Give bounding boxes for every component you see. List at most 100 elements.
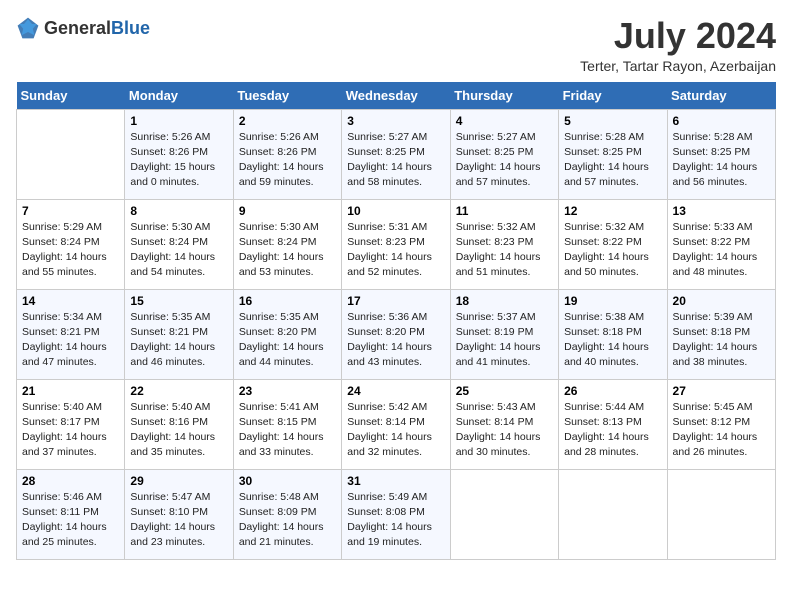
day-number: 27 bbox=[673, 384, 770, 398]
day-info: Sunrise: 5:41 AMSunset: 8:15 PMDaylight:… bbox=[239, 401, 324, 459]
day-info: Sunrise: 5:40 AMSunset: 8:17 PMDaylight:… bbox=[22, 401, 107, 459]
calendar-cell: 26Sunrise: 5:44 AMSunset: 8:13 PMDayligh… bbox=[559, 379, 667, 469]
day-info: Sunrise: 5:33 AMSunset: 8:22 PMDaylight:… bbox=[673, 221, 758, 279]
day-info: Sunrise: 5:29 AMSunset: 8:24 PMDaylight:… bbox=[22, 221, 107, 279]
calendar-cell: 20 Sunrise: 5:39 AMSunset: 8:18 PMDayligh… bbox=[667, 289, 775, 379]
day-number: 18 bbox=[456, 294, 553, 308]
logo-text-general: General bbox=[44, 18, 111, 38]
day-number: 20 bbox=[673, 294, 770, 308]
calendar-week-row: 1Sunrise: 5:26 AMSunset: 8:26 PMDaylight… bbox=[17, 109, 776, 199]
weekday-header: Sunday bbox=[17, 82, 125, 110]
day-info: Sunrise: 5:47 AMSunset: 8:10 PMDaylight:… bbox=[130, 491, 215, 549]
logo: GeneralBlue bbox=[16, 16, 150, 40]
day-info: Sunrise: 5:35 AMSunset: 8:20 PMDaylight:… bbox=[239, 311, 324, 369]
calendar-cell: 23Sunrise: 5:41 AMSunset: 8:15 PMDayligh… bbox=[233, 379, 341, 469]
calendar-table: SundayMondayTuesdayWednesdayThursdayFrid… bbox=[16, 82, 776, 560]
calendar-cell: 2 Sunrise: 5:26 AMSunset: 8:26 PMDaylight… bbox=[233, 109, 341, 199]
logo-icon bbox=[16, 16, 40, 40]
day-info: Sunrise: 5:37 AMSunset: 8:19 PMDaylight:… bbox=[456, 311, 541, 369]
calendar-week-row: 14 Sunrise: 5:34 AMSunset: 8:21 PMDayligh… bbox=[17, 289, 776, 379]
subtitle: Terter, Tartar Rayon, Azerbaijan bbox=[580, 58, 776, 74]
day-number: 7 bbox=[22, 204, 119, 218]
day-number: 11 bbox=[456, 204, 553, 218]
calendar-cell: 24 Sunrise: 5:42 AMSunset: 8:14 PMDayligh… bbox=[342, 379, 450, 469]
day-number: 14 bbox=[22, 294, 119, 308]
day-number: 25 bbox=[456, 384, 553, 398]
calendar-cell: 16 Sunrise: 5:35 AMSunset: 8:20 PMDayligh… bbox=[233, 289, 341, 379]
day-info: Sunrise: 5:38 AMSunset: 8:18 PMDaylight:… bbox=[564, 311, 649, 369]
day-info: Sunrise: 5:27 AMSunset: 8:25 PMDaylight:… bbox=[347, 131, 432, 189]
day-number: 28 bbox=[22, 474, 119, 488]
day-number: 3 bbox=[347, 114, 444, 128]
calendar-cell bbox=[17, 109, 125, 199]
calendar-cell: 25Sunrise: 5:43 AMSunset: 8:14 PMDayligh… bbox=[450, 379, 558, 469]
calendar-cell: 12 Sunrise: 5:32 AMSunset: 8:22 PMDayligh… bbox=[559, 199, 667, 289]
day-info: Sunrise: 5:46 AMSunset: 8:11 PMDaylight:… bbox=[22, 491, 107, 549]
day-info: Sunrise: 5:45 AMSunset: 8:12 PMDaylight:… bbox=[673, 401, 758, 459]
calendar-cell: 9 Sunrise: 5:30 AMSunset: 8:24 PMDaylight… bbox=[233, 199, 341, 289]
day-info: Sunrise: 5:28 AMSunset: 8:25 PMDaylight:… bbox=[564, 131, 649, 189]
day-number: 21 bbox=[22, 384, 119, 398]
day-info: Sunrise: 5:34 AMSunset: 8:21 PMDaylight:… bbox=[22, 311, 107, 369]
day-number: 13 bbox=[673, 204, 770, 218]
day-number: 4 bbox=[456, 114, 553, 128]
day-number: 17 bbox=[347, 294, 444, 308]
calendar-cell: 7 Sunrise: 5:29 AMSunset: 8:24 PMDaylight… bbox=[17, 199, 125, 289]
weekday-header: Thursday bbox=[450, 82, 558, 110]
calendar-cell: 21 Sunrise: 5:40 AMSunset: 8:17 PMDayligh… bbox=[17, 379, 125, 469]
day-info: Sunrise: 5:27 AMSunset: 8:25 PMDaylight:… bbox=[456, 131, 541, 189]
day-info: Sunrise: 5:30 AMSunset: 8:24 PMDaylight:… bbox=[130, 221, 215, 279]
weekday-header: Friday bbox=[559, 82, 667, 110]
calendar-cell: 6Sunrise: 5:28 AMSunset: 8:25 PMDaylight… bbox=[667, 109, 775, 199]
day-number: 10 bbox=[347, 204, 444, 218]
calendar-cell: 30Sunrise: 5:48 AMSunset: 8:09 PMDayligh… bbox=[233, 469, 341, 559]
day-info: Sunrise: 5:49 AMSunset: 8:08 PMDaylight:… bbox=[347, 491, 432, 549]
weekday-header: Tuesday bbox=[233, 82, 341, 110]
calendar-cell: 22 Sunrise: 5:40 AMSunset: 8:16 PMDayligh… bbox=[125, 379, 233, 469]
calendar-cell: 13 Sunrise: 5:33 AMSunset: 8:22 PMDayligh… bbox=[667, 199, 775, 289]
calendar-cell: 27 Sunrise: 5:45 AMSunset: 8:12 PMDayligh… bbox=[667, 379, 775, 469]
calendar-cell: 11 Sunrise: 5:32 AMSunset: 8:23 PMDayligh… bbox=[450, 199, 558, 289]
calendar-cell bbox=[559, 469, 667, 559]
page-header: GeneralBlue July 2024 Terter, Tartar Ray… bbox=[16, 16, 776, 74]
calendar-cell: 15Sunrise: 5:35 AMSunset: 8:21 PMDayligh… bbox=[125, 289, 233, 379]
day-info: Sunrise: 5:40 AMSunset: 8:16 PMDaylight:… bbox=[130, 401, 215, 459]
day-info: Sunrise: 5:31 AMSunset: 8:23 PMDaylight:… bbox=[347, 221, 432, 279]
calendar-cell: 14 Sunrise: 5:34 AMSunset: 8:21 PMDayligh… bbox=[17, 289, 125, 379]
calendar-week-row: 21 Sunrise: 5:40 AMSunset: 8:17 PMDayligh… bbox=[17, 379, 776, 469]
weekday-header: Saturday bbox=[667, 82, 775, 110]
day-number: 22 bbox=[130, 384, 227, 398]
logo-text-blue: Blue bbox=[111, 18, 150, 38]
day-number: 16 bbox=[239, 294, 336, 308]
day-number: 29 bbox=[130, 474, 227, 488]
calendar-cell: 19 Sunrise: 5:38 AMSunset: 8:18 PMDayligh… bbox=[559, 289, 667, 379]
day-info: Sunrise: 5:32 AMSunset: 8:22 PMDaylight:… bbox=[564, 221, 649, 279]
day-number: 9 bbox=[239, 204, 336, 218]
calendar-cell: 8Sunrise: 5:30 AMSunset: 8:24 PMDaylight… bbox=[125, 199, 233, 289]
day-number: 24 bbox=[347, 384, 444, 398]
calendar-cell: 4 Sunrise: 5:27 AMSunset: 8:25 PMDaylight… bbox=[450, 109, 558, 199]
calendar-week-row: 28 Sunrise: 5:46 AMSunset: 8:11 PMDayligh… bbox=[17, 469, 776, 559]
day-info: Sunrise: 5:26 AMSunset: 8:26 PMDaylight:… bbox=[130, 131, 215, 189]
calendar-cell bbox=[450, 469, 558, 559]
day-info: Sunrise: 5:26 AMSunset: 8:26 PMDaylight:… bbox=[239, 131, 324, 189]
calendar-cell: 5 Sunrise: 5:28 AMSunset: 8:25 PMDaylight… bbox=[559, 109, 667, 199]
day-info: Sunrise: 5:30 AMSunset: 8:24 PMDaylight:… bbox=[239, 221, 324, 279]
day-number: 31 bbox=[347, 474, 444, 488]
day-info: Sunrise: 5:35 AMSunset: 8:21 PMDaylight:… bbox=[130, 311, 215, 369]
calendar-cell: 10 Sunrise: 5:31 AMSunset: 8:23 PMDayligh… bbox=[342, 199, 450, 289]
weekday-header-row: SundayMondayTuesdayWednesdayThursdayFrid… bbox=[17, 82, 776, 110]
day-number: 19 bbox=[564, 294, 661, 308]
day-info: Sunrise: 5:48 AMSunset: 8:09 PMDaylight:… bbox=[239, 491, 324, 549]
calendar-cell: 18 Sunrise: 5:37 AMSunset: 8:19 PMDayligh… bbox=[450, 289, 558, 379]
day-info: Sunrise: 5:36 AMSunset: 8:20 PMDaylight:… bbox=[347, 311, 432, 369]
day-number: 12 bbox=[564, 204, 661, 218]
day-info: Sunrise: 5:39 AMSunset: 8:18 PMDaylight:… bbox=[673, 311, 758, 369]
calendar-cell: 31 Sunrise: 5:49 AMSunset: 8:08 PMDayligh… bbox=[342, 469, 450, 559]
day-number: 5 bbox=[564, 114, 661, 128]
day-info: Sunrise: 5:32 AMSunset: 8:23 PMDaylight:… bbox=[456, 221, 541, 279]
day-info: Sunrise: 5:42 AMSunset: 8:14 PMDaylight:… bbox=[347, 401, 432, 459]
calendar-cell: 28 Sunrise: 5:46 AMSunset: 8:11 PMDayligh… bbox=[17, 469, 125, 559]
day-number: 2 bbox=[239, 114, 336, 128]
calendar-cell: 17 Sunrise: 5:36 AMSunset: 8:20 PMDayligh… bbox=[342, 289, 450, 379]
